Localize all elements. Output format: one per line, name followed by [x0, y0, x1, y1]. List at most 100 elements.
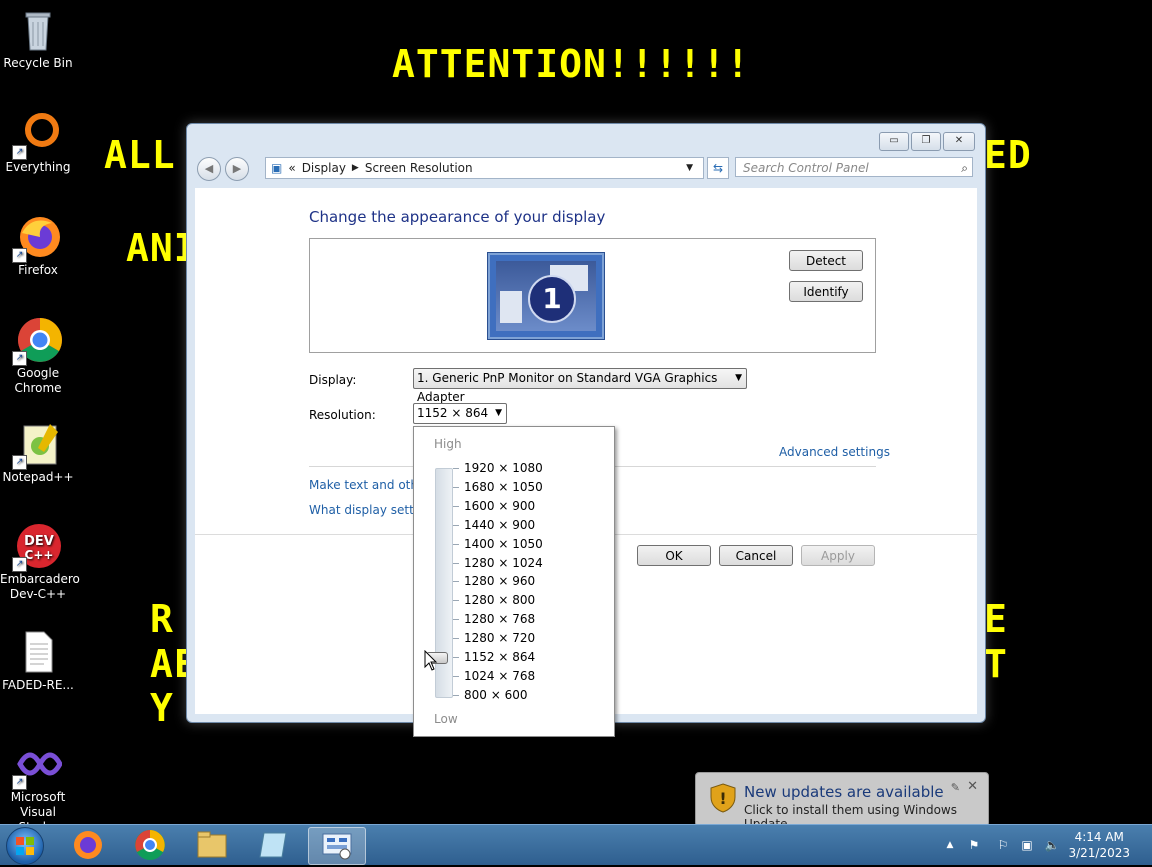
firefox-icon — [74, 831, 102, 859]
resolution-option[interactable]: 1280 × 1024 — [464, 556, 543, 570]
ok-button[interactable]: OK — [637, 545, 711, 566]
resolution-option[interactable]: 1600 × 900 — [464, 499, 535, 513]
resolution-option[interactable]: 1400 × 1050 — [464, 537, 543, 551]
resolution-option[interactable]: 1280 × 960 — [464, 574, 535, 588]
resolution-option[interactable]: 800 × 600 — [464, 688, 528, 702]
taskbar-chrome[interactable] — [122, 827, 178, 863]
slider-tick — [453, 581, 459, 583]
breadcrumb-overflow[interactable]: « — [288, 161, 295, 175]
search-icon[interactable]: ⌕ — [961, 158, 968, 178]
resolution-option[interactable]: 1280 × 720 — [464, 631, 535, 645]
slider-tick — [453, 638, 459, 640]
desktop-icon-notepadpp[interactable]: ↗ Notepad++ — [0, 420, 76, 485]
desktop-icon-devcpp[interactable]: DEV C++ ↗ Embarcadero Dev-C++ — [0, 522, 80, 602]
options-icon[interactable]: ✎ — [951, 781, 960, 794]
caption-buttons: ▭ ❐ ✕ — [879, 132, 975, 151]
shortcut-arrow-icon: ↗ — [12, 351, 27, 366]
desktop-icon-chrome[interactable]: ↗ Google Chrome — [0, 316, 76, 396]
notepad-icon — [259, 832, 287, 858]
slider-tick — [453, 524, 459, 526]
desktop-icon-label: Notepad++ — [2, 470, 74, 484]
taskbar-notepad[interactable] — [246, 827, 302, 863]
chevron-down-icon: ▼ — [495, 408, 502, 418]
wallpaper-text-line5-right: T — [984, 642, 1008, 686]
back-button[interactable]: ◀ — [197, 157, 221, 181]
monitor-number: 1 — [528, 275, 576, 323]
slider-tick — [453, 619, 459, 621]
address-bar[interactable]: ▣ « Display ▶ Screen Resolution ▼ — [265, 157, 704, 179]
desktop-icon-firefox[interactable]: ↗ Firefox — [0, 213, 76, 278]
breadcrumb-screen-resolution[interactable]: Screen Resolution — [365, 161, 473, 175]
refresh-icon[interactable]: ⇆ — [707, 157, 729, 179]
slider-tick — [453, 543, 459, 545]
close-button[interactable]: ✕ — [943, 132, 975, 151]
network-icon[interactable]: ▣ — [1019, 837, 1035, 853]
slider-tick — [453, 600, 459, 602]
flag-error-icon[interactable]: ⚐ — [995, 837, 1011, 853]
wallpaper-text-line2-right: ED — [984, 133, 1032, 177]
firefox-icon: ↗ — [12, 213, 62, 263]
search-placeholder: Search Control Panel — [743, 161, 869, 175]
maximize-button[interactable]: ❐ — [911, 132, 941, 151]
taskbar-clock[interactable]: 4:14 AM 3/21/2023 — [1068, 829, 1130, 861]
search-input[interactable]: Search Control Panel ⌕ — [735, 157, 973, 177]
document-icon — [14, 628, 62, 676]
resolution-option[interactable]: 1280 × 768 — [464, 612, 535, 626]
resolution-option[interactable]: 1024 × 768 — [464, 669, 535, 683]
high-label: High — [434, 437, 462, 451]
taskbar-control-panel[interactable] — [308, 827, 366, 865]
apply-button[interactable]: Apply — [801, 545, 875, 566]
everything-icon: ↗ — [12, 110, 62, 160]
taskbar: ▲ ⚑ ⚐ ▣ 🔈 4:14 AM 3/21/2023 — [0, 824, 1152, 865]
desktop-icon-recycle-bin[interactable]: Recycle Bin — [0, 6, 76, 71]
resolution-option[interactable]: 1440 × 900 — [464, 518, 535, 532]
low-label: Low — [434, 712, 458, 726]
shortcut-arrow-icon: ↗ — [12, 775, 27, 790]
resolution-option[interactable]: 1152 × 864 — [464, 650, 535, 664]
advanced-settings-link[interactable]: Advanced settings — [779, 445, 890, 459]
clock-time: 4:14 AM — [1074, 830, 1124, 844]
taskbar-file-explorer[interactable] — [184, 827, 240, 863]
minimize-button[interactable]: ▭ — [879, 132, 909, 151]
resolution-option[interactable]: 1280 × 800 — [464, 593, 535, 607]
resolution-option[interactable]: 1920 × 1080 — [464, 461, 543, 475]
breadcrumb-chevron-icon[interactable]: ▶ — [352, 163, 359, 173]
start-button[interactable] — [6, 827, 44, 865]
close-notification-icon[interactable]: ✕ — [967, 779, 978, 794]
notepadpp-icon: ↗ — [12, 420, 62, 470]
cancel-button[interactable]: Cancel — [719, 545, 793, 566]
notification-title: New updates are available — [744, 783, 944, 801]
resolution-dropdown: High Low 1920 × 1080 1680 × 1050 1600 × 90… — [413, 426, 615, 737]
desktop-icon-label: Embarcadero Dev-C++ — [0, 572, 80, 601]
show-hidden-icons-button[interactable]: ▲ — [942, 837, 958, 853]
desktop-icon-label: FADED-RE... — [2, 678, 74, 692]
resolution-select[interactable]: 1152 × 864 ▼ — [413, 403, 507, 424]
chevron-down-icon: ▼ — [735, 373, 742, 383]
detect-button[interactable]: Detect — [789, 250, 863, 271]
svg-text:DEV: DEV — [24, 534, 54, 549]
clock-date: 3/21/2023 — [1068, 846, 1130, 860]
desktop-icon-label: Google Chrome — [14, 366, 62, 395]
resolution-option[interactable]: 1680 × 1050 — [464, 480, 543, 494]
resolution-label: Resolution: — [309, 408, 376, 422]
breadcrumb-display[interactable]: Display — [302, 161, 346, 175]
update-notification[interactable]: ! New updates are available Click to ins… — [695, 772, 989, 836]
display-select[interactable]: 1. Generic PnP Monitor on Standard VGA G… — [413, 368, 747, 404]
desktop-icon-label: Recycle Bin — [3, 56, 73, 70]
action-center-icon[interactable]: ⚑ — [966, 837, 982, 853]
mouse-cursor-icon — [424, 650, 438, 671]
windows-logo-icon — [16, 837, 34, 855]
taskbar-firefox[interactable] — [60, 827, 116, 863]
page-title: Change the appearance of your display — [309, 208, 606, 226]
volume-muted-icon[interactable]: 🔈 — [1044, 837, 1060, 853]
identify-button[interactable]: Identify — [789, 281, 863, 302]
shortcut-arrow-icon: ↗ — [12, 145, 27, 160]
desktop-icon-faded-document[interactable]: FADED-RE... — [0, 628, 76, 693]
desktop-icon-everything[interactable]: ↗ Everything — [0, 110, 76, 175]
monitor-1-preview[interactable]: 1 — [488, 253, 604, 339]
desktop-icon-visual-studio[interactable]: ↗ Microsoft Visual Stud... — [0, 740, 76, 835]
address-dropdown-icon[interactable]: ▼ — [686, 163, 693, 173]
resolution-select-value: 1152 × 864 — [417, 406, 489, 420]
forward-button[interactable]: ▶ — [225, 157, 249, 181]
chrome-icon — [135, 830, 165, 860]
